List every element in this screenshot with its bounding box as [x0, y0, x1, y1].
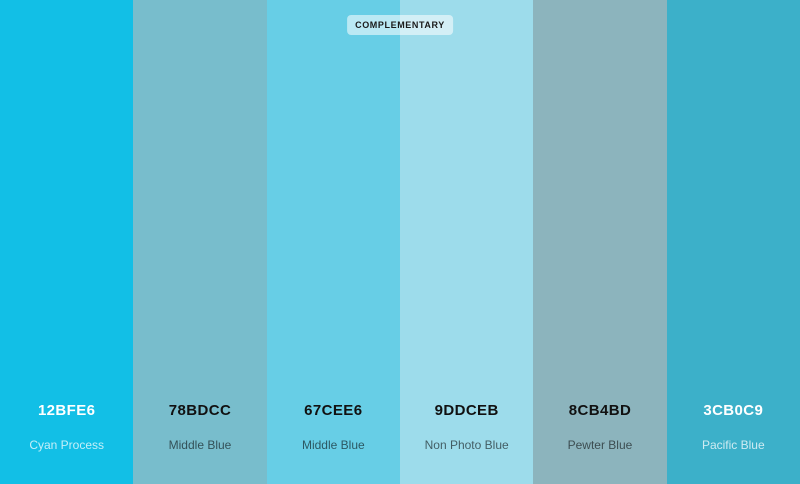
swatch-color-name: Middle Blue [301, 438, 365, 452]
swatch-hex-code[interactable]: 12BFE6 [0, 402, 133, 419]
swatch-middle-blue-2[interactable]: 67CEE6 Middle Blue [266, 0, 400, 484]
swatch-hex-code[interactable]: 3CB0C9 [667, 402, 800, 419]
swatch-color-name: Non Photo Blue [424, 438, 509, 452]
palette-type-badge: COMPLEMENTARY [347, 15, 453, 35]
color-palette: 12BFE6 Cyan Process 78BDCC Middle Blue 6… [0, 0, 800, 484]
swatch-pewter-blue[interactable]: 8CB4BD Pewter Blue [533, 0, 667, 484]
swatch-hex-code[interactable]: 78BDCC [133, 402, 266, 419]
swatch-non-photo-blue[interactable]: 9DDCEB Non Photo Blue [399, 0, 534, 484]
swatch-hex-code[interactable]: 67CEE6 [267, 402, 400, 419]
swatch-color-name: Middle Blue [168, 438, 232, 452]
swatch-hex-code[interactable]: 8CB4BD [533, 402, 666, 419]
swatch-middle-blue-1[interactable]: 78BDCC Middle Blue [133, 0, 267, 484]
swatch-pacific-blue[interactable]: 3CB0C9 Pacific Blue [666, 0, 800, 484]
swatch-cyan-process[interactable]: 12BFE6 Cyan Process [0, 0, 134, 484]
swatch-color-name: Pewter Blue [567, 438, 633, 452]
swatch-hex-code[interactable]: 9DDCEB [400, 402, 533, 419]
swatch-color-name: Cyan Process [29, 438, 105, 452]
swatch-color-name: Pacific Blue [701, 438, 765, 452]
